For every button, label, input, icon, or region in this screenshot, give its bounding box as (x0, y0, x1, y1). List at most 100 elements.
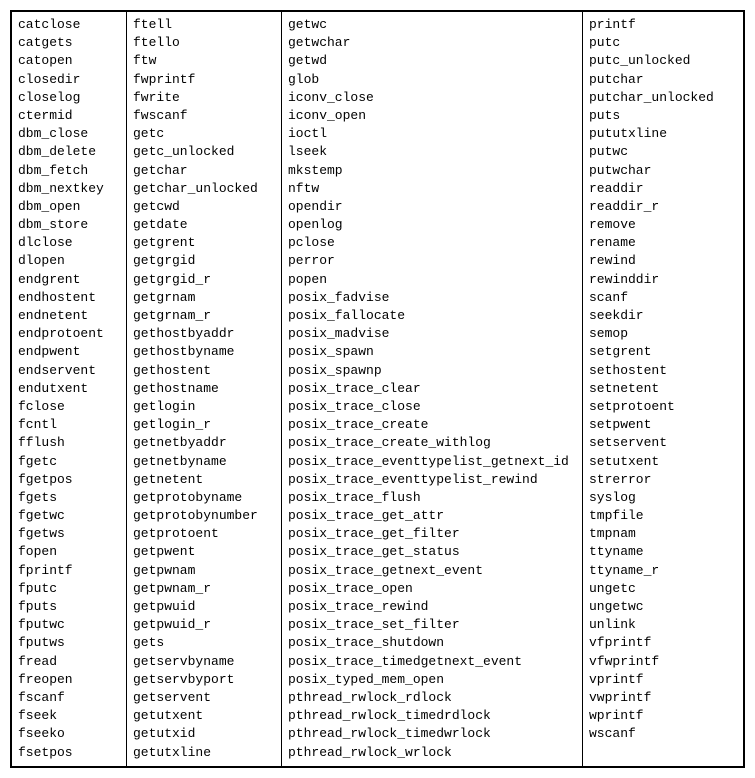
function-name: setpwent (589, 416, 737, 434)
function-name: rename (589, 234, 737, 252)
function-name: gethostent (133, 362, 275, 380)
function-name: getdate (133, 216, 275, 234)
function-name: fputwc (18, 616, 120, 634)
function-name: gethostbyname (133, 343, 275, 361)
function-name: scanf (589, 289, 737, 307)
function-name: rewinddir (589, 271, 737, 289)
function-name: getgrent (133, 234, 275, 252)
function-name: dbm_store (18, 216, 120, 234)
column-4: printfputcputc_unlockedputcharputchar_un… (583, 12, 743, 766)
function-name: gethostname (133, 380, 275, 398)
column-2: ftellftelloftwfwprintffwritefwscanfgetcg… (127, 12, 282, 766)
function-name: getpwent (133, 543, 275, 561)
function-name: freopen (18, 671, 120, 689)
function-name: getnetbyname (133, 453, 275, 471)
function-name: closelog (18, 89, 120, 107)
function-name: setutxent (589, 453, 737, 471)
function-name: getpwnam_r (133, 580, 275, 598)
function-name: getc (133, 125, 275, 143)
function-name: closedir (18, 71, 120, 89)
function-name: setnetent (589, 380, 737, 398)
function-name: getnetent (133, 471, 275, 489)
function-name: fgets (18, 489, 120, 507)
function-name: getlogin_r (133, 416, 275, 434)
function-name: pthread_rwlock_timedrdlock (288, 707, 576, 725)
function-name: posix_trace_open (288, 580, 576, 598)
function-name: pututxline (589, 125, 737, 143)
function-name: remove (589, 216, 737, 234)
function-name: posix_trace_create_withlog (288, 434, 576, 452)
function-name: ttyname (589, 543, 737, 561)
function-name: ftell (133, 16, 275, 34)
function-name: gets (133, 634, 275, 652)
function-name: endservent (18, 362, 120, 380)
function-name: posix_trace_set_filter (288, 616, 576, 634)
function-name: popen (288, 271, 576, 289)
function-name: seekdir (589, 307, 737, 325)
function-name: ttyname_r (589, 562, 737, 580)
function-name: iconv_close (288, 89, 576, 107)
function-name: puts (589, 107, 737, 125)
function-name: posix_trace_rewind (288, 598, 576, 616)
function-name: fscanf (18, 689, 120, 707)
function-name: mkstemp (288, 162, 576, 180)
function-name: vwprintf (589, 689, 737, 707)
function-name: posix_trace_create (288, 416, 576, 434)
function-name: strerror (589, 471, 737, 489)
function-name: getservbyport (133, 671, 275, 689)
function-name: dlopen (18, 252, 120, 270)
function-name: getlogin (133, 398, 275, 416)
function-name: readdir_r (589, 198, 737, 216)
function-name: getutxid (133, 725, 275, 743)
function-name: fsetpos (18, 744, 120, 762)
function-name: getgrnam (133, 289, 275, 307)
function-name: catgets (18, 34, 120, 52)
function-name: putwchar (589, 162, 737, 180)
function-name: getpwuid (133, 598, 275, 616)
function-name: ftw (133, 52, 275, 70)
function-name: iconv_open (288, 107, 576, 125)
function-name: gethostbyaddr (133, 325, 275, 343)
function-name: fgetws (18, 525, 120, 543)
function-name: pthread_rwlock_rdlock (288, 689, 576, 707)
function-name: rewind (589, 252, 737, 270)
function-name: posix_trace_getnext_event (288, 562, 576, 580)
function-name: getprotoent (133, 525, 275, 543)
function-name: fwprintf (133, 71, 275, 89)
function-name: dlclose (18, 234, 120, 252)
function-name: endprotoent (18, 325, 120, 343)
function-name: semop (589, 325, 737, 343)
function-name: ungetwc (589, 598, 737, 616)
function-name: getnetbyaddr (133, 434, 275, 452)
function-name: fseeko (18, 725, 120, 743)
function-name: fwrite (133, 89, 275, 107)
function-name: tmpfile (589, 507, 737, 525)
function-name: fputc (18, 580, 120, 598)
function-name: putchar_unlocked (589, 89, 737, 107)
function-name: putc (589, 34, 737, 52)
function-name: setprotoent (589, 398, 737, 416)
function-name: fprintf (18, 562, 120, 580)
function-name: ioctl (288, 125, 576, 143)
function-name: putc_unlocked (589, 52, 737, 70)
function-name: posix_trace_eventtypelist_rewind (288, 471, 576, 489)
function-name: getutxline (133, 744, 275, 762)
function-name: wscanf (589, 725, 737, 743)
function-name: getgrgid_r (133, 271, 275, 289)
function-name: fputws (18, 634, 120, 652)
function-name: posix_fallocate (288, 307, 576, 325)
function-name: pthread_rwlock_timedwrlock (288, 725, 576, 743)
function-name: posix_spawnp (288, 362, 576, 380)
function-name: posix_trace_flush (288, 489, 576, 507)
function-name: sethostent (589, 362, 737, 380)
function-name: vfwprintf (589, 653, 737, 671)
function-name: posix_trace_clear (288, 380, 576, 398)
function-name: getgrnam_r (133, 307, 275, 325)
function-name: fopen (18, 543, 120, 561)
function-name: posix_fadvise (288, 289, 576, 307)
function-name: getpwuid_r (133, 616, 275, 634)
function-name: posix_trace_get_filter (288, 525, 576, 543)
function-name: endnetent (18, 307, 120, 325)
function-name: ctermid (18, 107, 120, 125)
function-name: posix_trace_get_status (288, 543, 576, 561)
